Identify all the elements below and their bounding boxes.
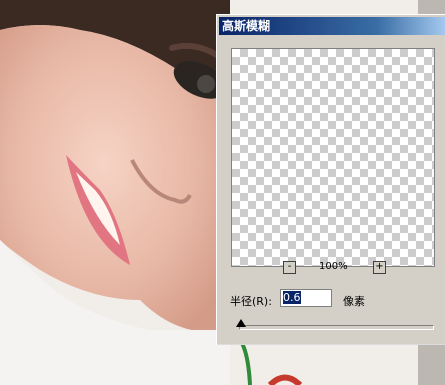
radius-slider-track[interactable] xyxy=(239,325,434,330)
radius-unit: 像素 xyxy=(343,295,365,308)
gaussian-blur-dialog: 高斯模糊 - 100% + 半径(R): 0.6 像素 xyxy=(216,14,445,345)
radius-input[interactable]: 0.6 xyxy=(280,289,332,307)
radius-value: 0.6 xyxy=(283,291,301,304)
radius-slider-thumb[interactable] xyxy=(236,319,246,327)
dialog-title[interactable]: 高斯模糊 xyxy=(219,17,445,35)
zoom-level: 100% xyxy=(319,261,348,272)
radius-label: 半径(R): xyxy=(230,295,272,308)
zoom-in-button[interactable]: + xyxy=(373,261,386,274)
zoom-out-button[interactable]: - xyxy=(283,261,296,274)
preview-canvas[interactable] xyxy=(231,48,435,267)
